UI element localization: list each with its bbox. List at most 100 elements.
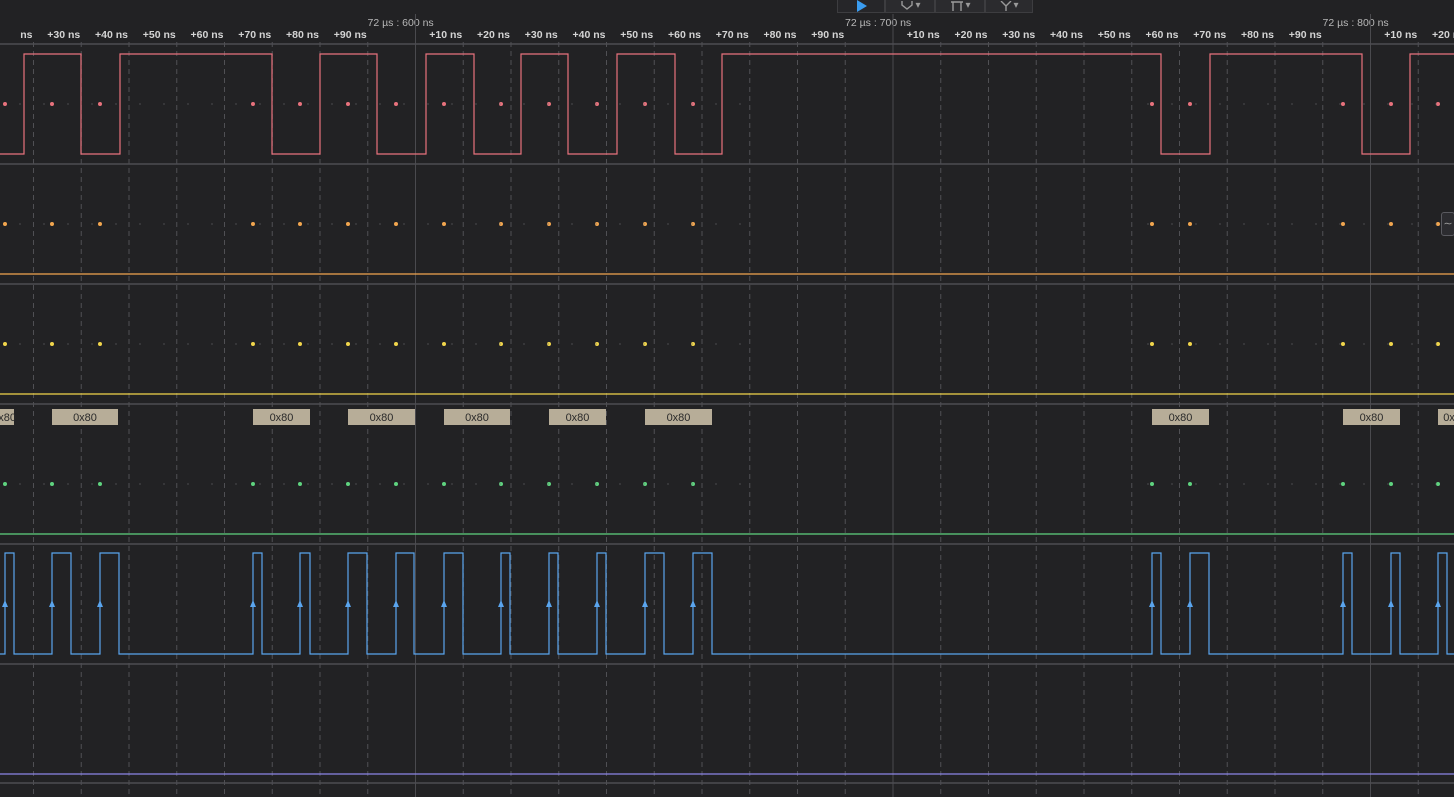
sample-tick	[283, 103, 285, 105]
sample-marker	[50, 222, 54, 226]
sample-tick	[1315, 223, 1317, 225]
sample-tick	[1411, 103, 1413, 105]
sample-marker	[98, 342, 102, 346]
sample-tick	[1291, 223, 1293, 225]
sample-tick	[1219, 103, 1221, 105]
sample-tick	[163, 103, 165, 105]
sample-marker	[1341, 482, 1345, 486]
sample-tick	[187, 103, 189, 105]
sample-tick	[187, 483, 189, 485]
decoder-annotations: 0x80 0x80 0x80 0x80 0x80 0x80 0x80 0x80 0x80 0x	[0, 409, 1454, 425]
sample-tick	[163, 483, 165, 485]
sample-marker	[1341, 222, 1345, 226]
sample-marker	[1389, 102, 1393, 106]
sample-tick	[667, 483, 669, 485]
sample-tick	[43, 343, 45, 345]
sample-marker	[1150, 222, 1154, 226]
sample-tick	[1291, 483, 1293, 485]
sample-tick	[1363, 103, 1365, 105]
sample-tick	[595, 483, 597, 485]
sample-marker	[442, 482, 446, 486]
sample-tick	[307, 103, 309, 105]
sample-tick	[379, 103, 381, 105]
clock-edge-marker	[250, 600, 256, 607]
decoder-label[interactable]: 0x80	[645, 409, 712, 425]
side-panel-handle[interactable]: ∼	[1441, 212, 1454, 236]
sample-tick	[427, 103, 429, 105]
sample-tick	[331, 343, 333, 345]
sample-tick	[1315, 103, 1317, 105]
sample-tick	[115, 483, 117, 485]
sample-tick	[739, 483, 741, 485]
sample-tick	[235, 223, 237, 225]
sample-markers	[2, 102, 1441, 607]
sample-tick	[523, 103, 525, 105]
sample-tick	[475, 103, 477, 105]
waveform-area[interactable]: 0x80 0x80 0x80 0x80 0x80 0x80 0x80 0x80 0x80 0x	[0, 0, 1454, 797]
decoder-label[interactable]: 0x80	[52, 409, 118, 425]
sample-tick	[715, 343, 717, 345]
decoder-label[interactable]: 0x80	[348, 409, 415, 425]
decoder-label[interactable]: 0x80	[444, 409, 510, 425]
sample-marker	[1188, 102, 1192, 106]
sample-tick	[547, 343, 549, 345]
sample-tick	[1387, 223, 1389, 225]
decoder-text: 0x80	[270, 412, 294, 424]
sample-tick	[619, 103, 621, 105]
sample-marker	[1341, 102, 1345, 106]
sample-marker	[298, 102, 302, 106]
sample-marker	[50, 342, 54, 346]
clock-edge-marker	[97, 600, 103, 607]
sample-tick	[619, 483, 621, 485]
decoder-label[interactable]: 0x	[1438, 409, 1454, 425]
sample-tick	[403, 223, 405, 225]
sample-tick	[1195, 483, 1197, 485]
clock-edge-marker	[1187, 600, 1193, 607]
decoder-label[interactable]: 0x80	[0, 409, 16, 425]
sample-tick	[499, 223, 501, 225]
sample-tick	[1243, 103, 1245, 105]
sample-tick	[523, 483, 525, 485]
decoder-text: 0x80	[1169, 412, 1193, 424]
sample-tick	[1435, 483, 1437, 485]
sample-tick	[715, 483, 717, 485]
sample-tick	[1219, 223, 1221, 225]
sample-tick	[379, 483, 381, 485]
sample-tick	[1147, 223, 1149, 225]
sample-tick	[139, 343, 141, 345]
clock-edge-marker	[642, 600, 648, 607]
sample-tick	[283, 483, 285, 485]
sample-marker	[346, 102, 350, 106]
sample-marker	[1341, 342, 1345, 346]
sample-marker	[251, 342, 255, 346]
sample-tick	[499, 103, 501, 105]
sample-marker	[251, 482, 255, 486]
decoder-label[interactable]: 0x80	[1343, 409, 1400, 425]
sample-tick	[595, 103, 597, 105]
sample-tick	[643, 483, 645, 485]
sample-tick	[139, 483, 141, 485]
sample-tick	[1435, 343, 1437, 345]
sample-tick	[643, 103, 645, 105]
sample-marker	[1188, 482, 1192, 486]
sample-marker	[1150, 482, 1154, 486]
sample-tick	[1339, 483, 1341, 485]
sample-tick	[1339, 343, 1341, 345]
sample-marker	[1389, 482, 1393, 486]
sample-tick	[43, 483, 45, 485]
sample-tick	[307, 223, 309, 225]
sample-tick	[1363, 223, 1365, 225]
decoder-label[interactable]: 0x80	[1152, 409, 1209, 425]
sample-tick	[1195, 223, 1197, 225]
decoder-label[interactable]: 0x80	[253, 409, 310, 425]
sample-tick	[1315, 483, 1317, 485]
sample-marker	[50, 482, 54, 486]
sample-tick	[1171, 343, 1173, 345]
sample-tick	[1171, 223, 1173, 225]
sample-tick	[571, 103, 573, 105]
decoder-label[interactable]: 0x80	[549, 409, 606, 425]
sample-marker	[3, 482, 7, 486]
sample-tick	[1147, 483, 1149, 485]
decoder-text: 0x80	[0, 412, 16, 424]
sample-tick	[403, 483, 405, 485]
